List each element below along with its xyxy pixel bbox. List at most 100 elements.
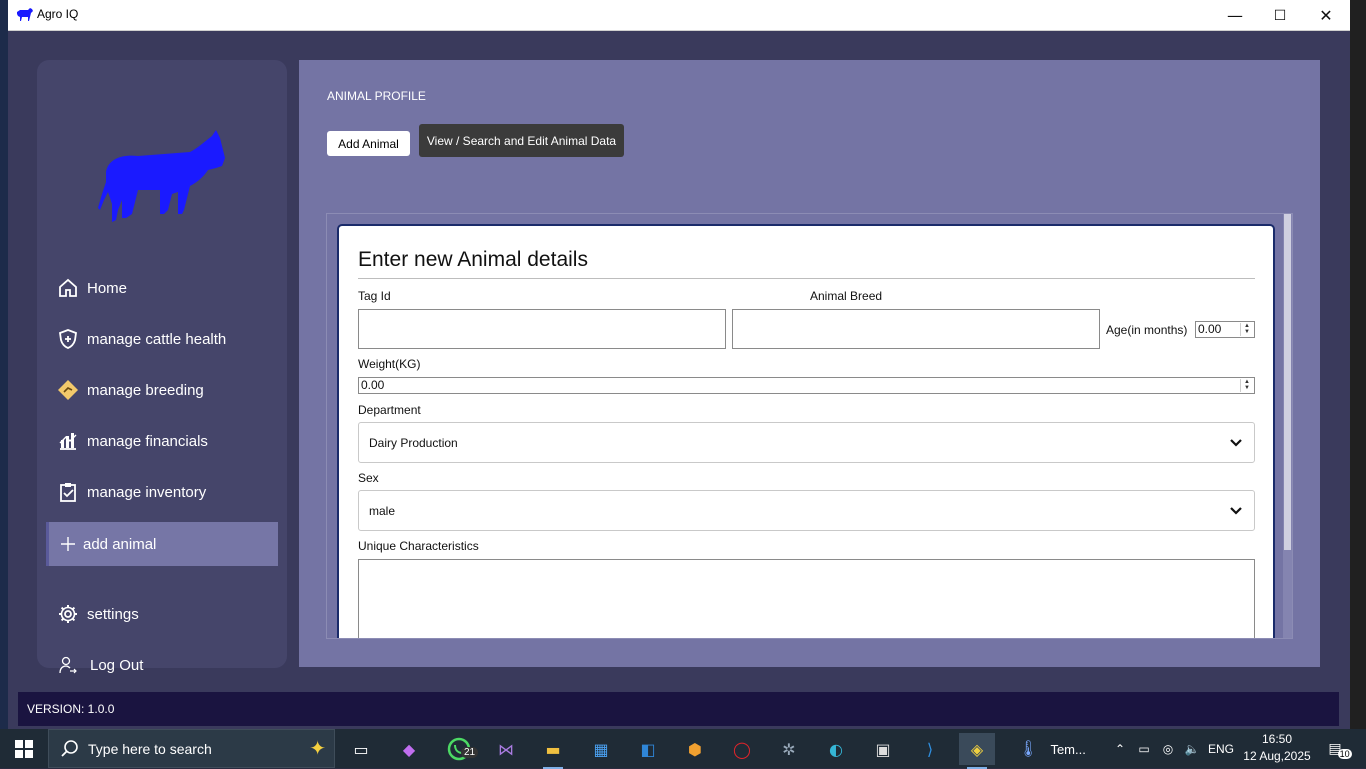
form-title: Enter new Animal details: [358, 248, 588, 271]
weight-spinbox[interactable]: 0.00 ▲ ▼: [358, 377, 1255, 394]
vscode-icon[interactable]: ⟩: [912, 733, 948, 765]
sidebar-item-label: manage breeding: [87, 381, 204, 399]
animal-breed-label: Animal Breed: [810, 289, 883, 303]
home-icon: [57, 277, 79, 299]
whatsapp-icon[interactable]: 21: [441, 733, 479, 765]
unique-characteristics-textarea[interactable]: [358, 559, 1255, 638]
volume-icon[interactable]: 🔈: [1182, 729, 1202, 768]
window-title: Agro IQ: [37, 7, 79, 21]
opera-icon[interactable]: ◯: [724, 733, 760, 765]
battery-icon[interactable]: ▭: [1134, 729, 1154, 768]
sidebar: Home manage cattle health manage breedin…: [37, 60, 287, 674]
user-logout-icon: [57, 654, 79, 676]
whatsapp-badge: 21: [461, 747, 479, 758]
sidebar-item-label: manage cattle health: [87, 330, 227, 348]
shield-plus-icon: [57, 328, 79, 350]
terminal-icon[interactable]: ▣: [865, 733, 901, 765]
plus-icon: [57, 533, 79, 555]
version-bar: VERSION: 1.0.0: [18, 692, 1339, 726]
chart-icon: [57, 430, 79, 452]
department-label: Department: [358, 403, 421, 417]
unique-characteristics-label: Unique Characteristics: [358, 539, 479, 553]
minimize-button[interactable]: —: [1212, 0, 1258, 31]
bug-app-icon[interactable]: ✲: [771, 733, 807, 765]
sidebar-item-settings[interactable]: settings: [47, 592, 277, 636]
sidebar-item-label: manage inventory: [87, 483, 207, 501]
animal-breed-input[interactable]: [732, 309, 1100, 349]
tag-id-input[interactable]: [358, 309, 726, 349]
taskbar: Type here to search ✦ ▭ ◆ 21 ⋈ ▬ ▦ ◧ ⬢ ◯…: [0, 729, 1366, 769]
tab-add-animal[interactable]: Add Animal: [327, 131, 410, 156]
desktop-edge-right: [1350, 0, 1366, 729]
sex-select[interactable]: male: [358, 490, 1255, 531]
department-select[interactable]: Dairy Production: [358, 422, 1255, 463]
age-spinbox[interactable]: 0.00 ▲ ▼: [1195, 321, 1255, 338]
sidebar-item-breeding[interactable]: manage breeding: [47, 368, 277, 412]
maximize-button[interactable]: ☐: [1257, 0, 1303, 31]
sidebar-item-logout[interactable]: Log Out: [47, 643, 277, 687]
gear-icon: [57, 603, 79, 625]
desktop-edge-left: [0, 0, 8, 729]
camera-icon[interactable]: ◎: [1158, 729, 1178, 768]
scrollbar-thumb[interactable]: [1284, 214, 1291, 550]
store-icon[interactable]: ▦: [583, 733, 619, 765]
sidebar-item-label: manage financials: [87, 432, 208, 450]
copilot-sparkle-icon: ✦: [309, 738, 326, 760]
vpn-shield-icon[interactable]: ⬢: [677, 733, 713, 765]
animal-form-card: Enter new Animal details Tag Id Animal B…: [337, 224, 1275, 638]
department-value: Dairy Production: [369, 435, 458, 450]
cow-logo: [98, 130, 225, 222]
outlook-icon[interactable]: ◧: [630, 733, 666, 765]
clipboard-check-icon: [57, 481, 79, 503]
form-scroll-area: Enter new Animal details Tag Id Animal B…: [326, 213, 1293, 639]
close-button[interactable]: ✕: [1303, 0, 1349, 31]
version-text: VERSION: 1.0.0: [27, 702, 115, 716]
chevron-down-icon: [1230, 507, 1242, 515]
main-panel: ANIMAL PROFILE Add Animal View / Search …: [299, 60, 1320, 667]
sidebar-item-inventory[interactable]: manage inventory: [47, 470, 277, 514]
start-button[interactable]: [0, 729, 48, 768]
python-app-icon[interactable]: ◈: [959, 733, 995, 769]
copilot-app-icon[interactable]: ◆: [391, 733, 427, 765]
clock-date: 12 Aug,2025: [1243, 749, 1311, 763]
cow-app-icon: [17, 8, 33, 21]
sex-value: male: [369, 503, 396, 518]
sidebar-item-label: Log Out: [90, 656, 144, 674]
search-icon: [61, 739, 78, 757]
sidebar-item-home[interactable]: Home: [47, 266, 277, 310]
temperature-label: Tem...: [1050, 741, 1086, 757]
diamond-icon: [57, 379, 79, 401]
form-divider: [358, 278, 1255, 279]
tab-view-search-edit[interactable]: View / Search and Edit Animal Data: [419, 124, 624, 157]
sidebar-item-cattle-health[interactable]: manage cattle health: [47, 317, 277, 361]
temperature-widget[interactable]: 🌡 Tem...: [1012, 733, 1092, 765]
weight-label: Weight(KG): [358, 357, 421, 371]
chevron-down-icon: [1230, 439, 1242, 447]
sidebar-item-label: settings: [87, 605, 139, 623]
sidebar-item-label: Home: [87, 279, 128, 297]
vertical-scrollbar[interactable]: [1283, 214, 1292, 638]
tray-chevron-up-icon[interactable]: ⌃: [1110, 729, 1130, 768]
system-clock[interactable]: 16:50 12 Aug,2025: [1238, 731, 1316, 765]
age-label: Age(in months): [1106, 323, 1188, 337]
visual-studio-icon[interactable]: ⋈: [488, 733, 524, 765]
weight-value: 0.00: [361, 378, 385, 392]
age-value: 0.00: [1198, 322, 1222, 336]
sidebar-item-add-animal[interactable]: add animal: [46, 522, 278, 566]
sidebar-item-financials[interactable]: manage financials: [47, 419, 277, 463]
window-titlebar: Agro IQ — ☐ ✕: [8, 0, 1350, 31]
thermometer-icon: 🌡: [1018, 741, 1039, 758]
spin-arrows-icon[interactable]: ▲ ▼: [1240, 323, 1253, 336]
search-placeholder: Type here to search: [88, 740, 212, 757]
task-view-icon[interactable]: ▭: [343, 733, 379, 765]
tag-id-label: Tag Id: [358, 289, 391, 303]
language-indicator[interactable]: ENG: [1206, 729, 1236, 768]
edge-icon[interactable]: ◐: [818, 733, 854, 765]
notifications-icon[interactable]: ▤ 10: [1322, 729, 1358, 768]
notification-count: 10: [1337, 748, 1352, 759]
taskbar-search[interactable]: Type here to search ✦: [48, 729, 335, 768]
file-explorer-icon[interactable]: ▬: [535, 733, 571, 769]
spin-arrows-icon[interactable]: ▲ ▼: [1240, 379, 1253, 392]
clock-time: 16:50: [1261, 732, 1293, 746]
app-body: Home manage cattle health manage breedin…: [8, 31, 1350, 729]
